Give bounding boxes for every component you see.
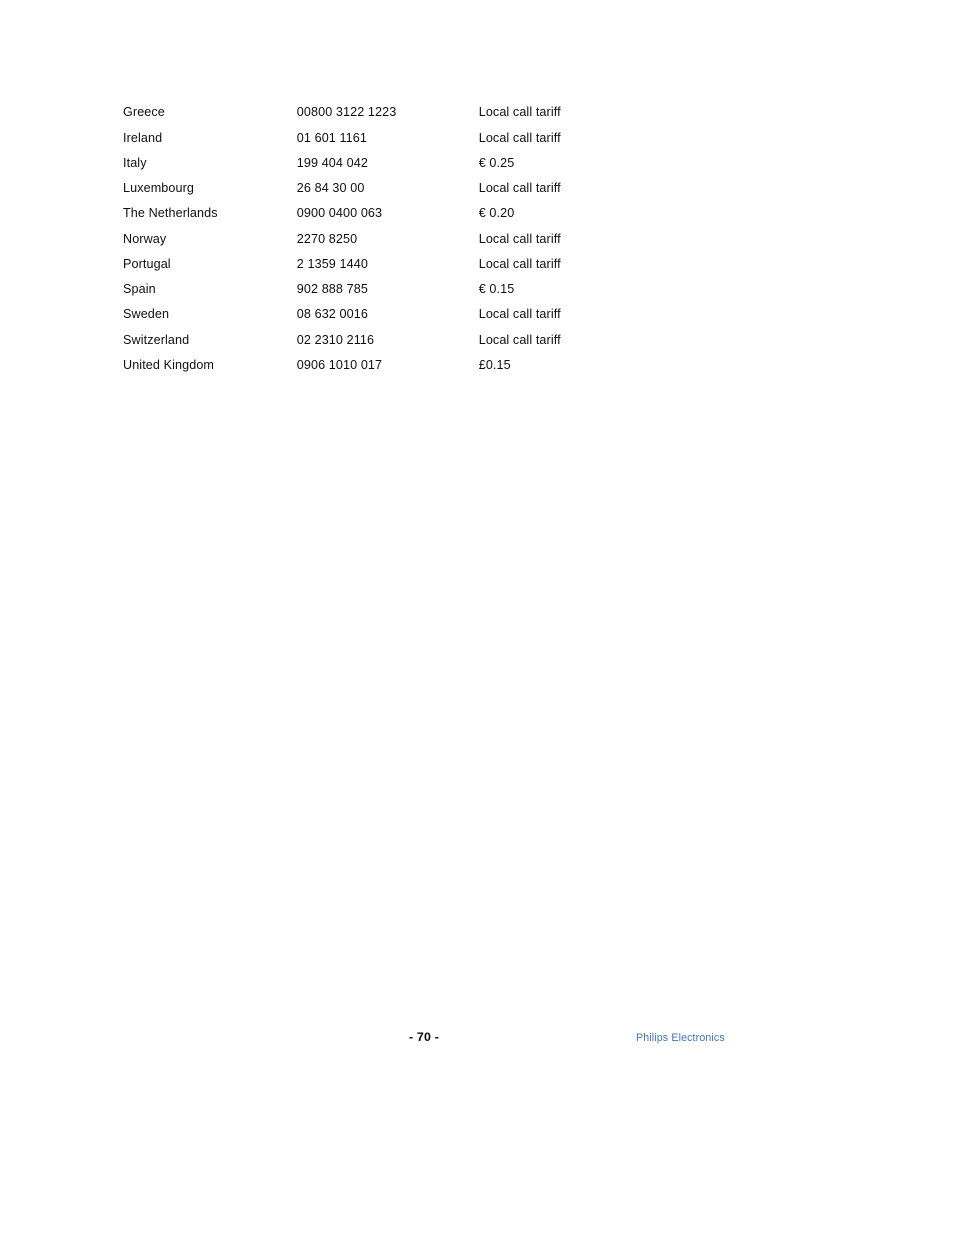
tariff-cell: Local call tariff: [478, 105, 561, 120]
table-row: Spain 902 888 785 € 0.15: [123, 277, 743, 302]
table-row: Norway 2270 8250 Local call tariff: [123, 226, 743, 251]
tariff-cell: € 0.20: [478, 206, 515, 221]
table-row: Portugal 2 1359 1440 Local call tariff: [123, 252, 743, 277]
phone-number-cell: 08 632 0016: [296, 307, 368, 322]
table-row: Switzerland 02 2310 2116 Local call tari…: [123, 327, 743, 352]
phone-number-cell: 0900 0400 063: [296, 206, 383, 221]
country-cell: Norway: [123, 231, 167, 246]
country-cell: The Netherlands: [123, 206, 218, 221]
phone-number-cell: 199 404 042: [296, 155, 368, 170]
country-cell: Sweden: [123, 307, 170, 322]
table-row: Luxembourg 26 84 30 00 Local call tariff: [123, 176, 743, 201]
country-cell: Ireland: [123, 130, 163, 145]
support-contact-table-body: Greece 00800 3122 1223 Local call tariff…: [123, 100, 743, 378]
country-cell: Spain: [123, 282, 156, 297]
phone-number-cell: 00800 3122 1223: [296, 105, 397, 120]
table-row: Sweden 08 632 0016 Local call tariff: [123, 302, 743, 327]
table-row: Ireland 01 601 1161 Local call tariff: [123, 125, 743, 150]
tariff-cell: Local call tariff: [478, 332, 561, 347]
country-cell: Switzerland: [123, 332, 190, 347]
table-row: Italy 199 404 042 € 0.25: [123, 151, 743, 176]
phone-number-cell: 01 601 1161: [296, 130, 367, 145]
tariff-cell: Local call tariff: [478, 181, 561, 196]
page-footer: - 70 - Philips Electronics: [0, 1030, 954, 1052]
tariff-cell: £0.15: [478, 357, 511, 372]
table-row: The Netherlands 0900 0400 063 € 0.20: [123, 201, 743, 226]
country-cell: Greece: [123, 105, 165, 120]
tariff-cell: Local call tariff: [478, 130, 561, 145]
country-cell: Portugal: [123, 256, 171, 271]
country-cell: Luxembourg: [123, 181, 195, 196]
tariff-cell: € 0.25: [478, 155, 515, 170]
tariff-cell: Local call tariff: [478, 256, 561, 271]
tariff-cell: Local call tariff: [478, 307, 561, 322]
phone-number-cell: 902 888 785: [296, 282, 368, 297]
philips-electronics-link[interactable]: Philips Electronics: [636, 1032, 725, 1044]
tariff-cell: Local call tariff: [478, 231, 561, 246]
phone-number-cell: 02 2310 2116: [296, 332, 375, 347]
support-contact-table: Greece 00800 3122 1223 Local call tariff…: [123, 100, 743, 378]
phone-number-cell: 0906 1010 017: [296, 357, 383, 372]
country-cell: Italy: [123, 155, 147, 170]
phone-number-cell: 2270 8250: [296, 231, 358, 246]
phone-number-cell: 26 84 30 00: [296, 181, 365, 196]
table-row: United Kingdom 0906 1010 017 £0.15: [123, 353, 743, 378]
document-page: Greece 00800 3122 1223 Local call tariff…: [0, 0, 954, 1235]
table-row: Greece 00800 3122 1223 Local call tariff: [123, 100, 743, 125]
tariff-cell: € 0.15: [478, 282, 515, 297]
phone-number-cell: 2 1359 1440: [296, 256, 368, 271]
country-cell: United Kingdom: [123, 357, 215, 372]
